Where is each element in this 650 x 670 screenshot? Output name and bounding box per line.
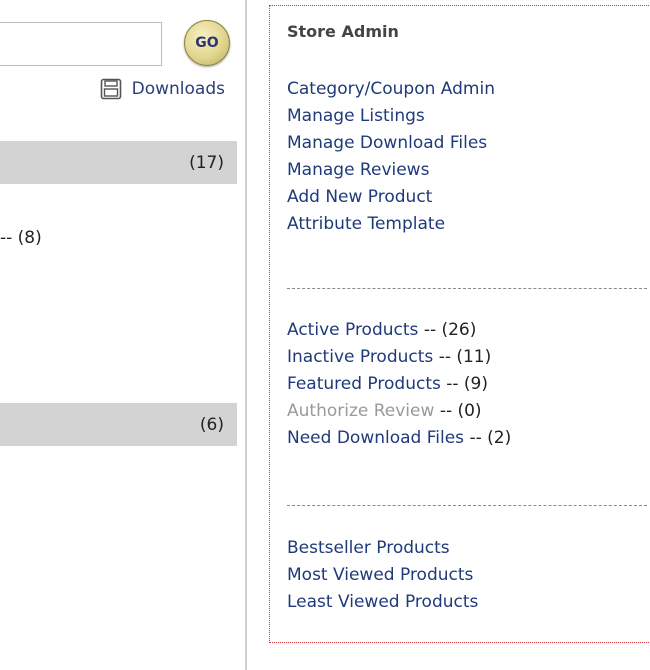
go-button[interactable]: GO xyxy=(184,20,230,66)
inactive-products-link[interactable]: Inactive Products xyxy=(287,347,433,367)
category-bar[interactable]: (6) xyxy=(0,403,237,446)
attribute-template-link[interactable]: Attribute Template xyxy=(287,214,445,234)
bestseller-products-link[interactable]: Bestseller Products xyxy=(287,538,450,558)
store-admin-title: Store Admin xyxy=(287,22,399,41)
downloads-link[interactable]: Downloads xyxy=(100,74,225,104)
most-viewed-products-link[interactable]: Most Viewed Products xyxy=(287,565,473,585)
least-viewed-products-link[interactable]: Least Viewed Products xyxy=(287,592,478,612)
need-download-files-link[interactable]: Need Download Files xyxy=(287,428,464,448)
disk-icon xyxy=(100,78,121,100)
authorize-review-count: -- (0) xyxy=(439,401,482,421)
subcategory-count: -- (8) xyxy=(0,228,42,248)
report-links: Bestseller Products Most Viewed Products… xyxy=(287,535,478,616)
manage-download-files-link[interactable]: Manage Download Files xyxy=(287,133,487,153)
featured-products-count: -- (9) xyxy=(446,374,489,394)
add-new-product-link[interactable]: Add New Product xyxy=(287,187,432,207)
need-download-files-count: -- (2) xyxy=(469,428,512,448)
dashed-separator xyxy=(287,505,647,506)
inactive-products-count: -- (11) xyxy=(438,347,492,367)
search-input[interactable] xyxy=(0,22,162,66)
category-coupon-admin-link[interactable]: Category/Coupon Admin xyxy=(287,79,495,99)
category-count: (6) xyxy=(199,414,224,435)
category-count: (17) xyxy=(189,152,224,173)
manage-reviews-link[interactable]: Manage Reviews xyxy=(287,160,429,180)
admin-links: Category/Coupon Admin Manage Listings Ma… xyxy=(287,76,495,238)
featured-products-link[interactable]: Featured Products xyxy=(287,374,441,394)
left-panel: GO Downloads (17) -- (8) (6) xyxy=(0,0,245,670)
authorize-review-link: Authorize Review xyxy=(287,401,435,421)
active-products-count: -- (26) xyxy=(423,320,477,340)
manage-listings-link[interactable]: Manage Listings xyxy=(287,106,425,126)
dashed-separator xyxy=(287,288,647,289)
downloads-label[interactable]: Downloads xyxy=(132,79,225,99)
product-status-links: Active Products -- (26) Inactive Product… xyxy=(287,317,511,452)
column-divider xyxy=(245,0,247,670)
active-products-link[interactable]: Active Products xyxy=(287,320,418,340)
category-bar[interactable]: (17) xyxy=(0,141,237,184)
